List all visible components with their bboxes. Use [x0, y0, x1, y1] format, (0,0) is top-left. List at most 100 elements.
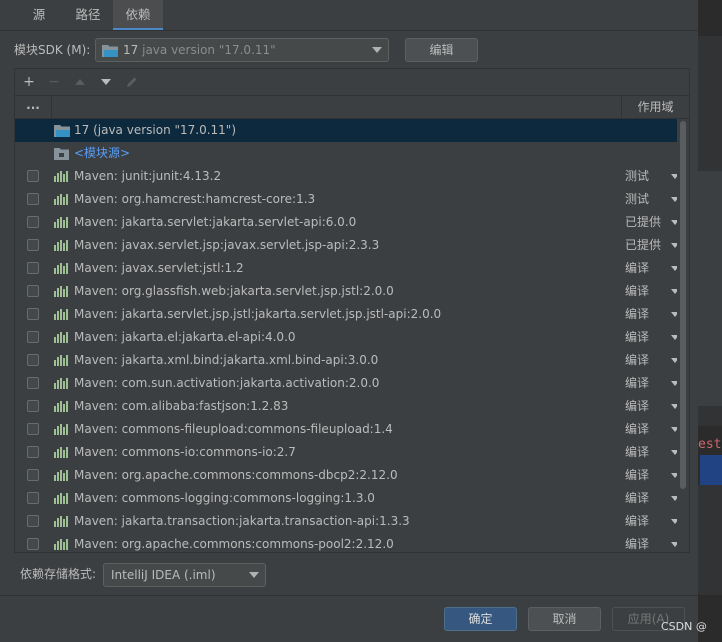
table-header: ... 作用域 — [15, 96, 689, 119]
dependency-row[interactable]: Maven: jakarta.servlet:jakarta.servlet-a… — [15, 211, 677, 234]
scope-dropdown[interactable]: 编译 — [625, 280, 677, 303]
export-checkbox[interactable] — [27, 354, 39, 366]
remove-icon[interactable]: − — [43, 69, 65, 95]
scope-dropdown[interactable]: 编译 — [625, 418, 677, 441]
export-checkbox[interactable] — [27, 446, 39, 458]
scope-dropdown[interactable]: 编译 — [625, 257, 677, 280]
dependency-name: Maven: jakarta.servlet:jakarta.servlet-a… — [74, 215, 357, 229]
scope-dropdown[interactable]: 已提供 — [625, 211, 677, 234]
scope-value: 编译 — [625, 491, 650, 505]
dependency-row[interactable]: Maven: org.glassfish.web:jakarta.servlet… — [15, 280, 677, 303]
library-icon — [54, 378, 68, 389]
scope-dropdown[interactable]: 编译 — [625, 464, 677, 487]
chevron-down-icon — [671, 542, 677, 547]
library-icon — [54, 516, 68, 527]
dependency-row[interactable]: Maven: javax.servlet:jstl:1.2 编译 — [15, 257, 677, 280]
dependency-name: Maven: org.glassfish.web:jakarta.servlet… — [74, 284, 394, 298]
export-checkbox[interactable] — [27, 515, 39, 527]
scope-value: 编译 — [625, 537, 650, 551]
vertical-scrollbar[interactable] — [679, 119, 687, 551]
export-checkbox[interactable] — [27, 193, 39, 205]
cancel-button[interactable]: 取消 — [528, 607, 601, 631]
chevron-down-icon — [249, 572, 259, 578]
dependency-row[interactable]: Maven: jakarta.servlet.jsp.jstl:jakarta.… — [15, 303, 677, 326]
scope-dropdown[interactable]: 编译 — [625, 349, 677, 372]
header-scope[interactable]: 作用域 — [622, 96, 689, 118]
dependency-row[interactable]: Maven: org.apache.commons:commons-dbcp2:… — [15, 464, 677, 487]
dependency-row[interactable]: Maven: org.hamcrest:hamcrest-core:1.3 测试 — [15, 188, 677, 211]
dependency-row[interactable]: Maven: commons-io:commons-io:2.7 编译 — [15, 441, 677, 464]
scope-dropdown[interactable]: 编译 — [625, 372, 677, 395]
dependency-name: Maven: commons-logging:commons-logging:1… — [74, 491, 375, 505]
scope-dropdown[interactable]: 测试 — [625, 165, 677, 188]
export-checkbox[interactable] — [27, 377, 39, 389]
dependency-row[interactable]: Maven: jakarta.transaction:jakarta.trans… — [15, 510, 677, 533]
export-checkbox[interactable] — [27, 469, 39, 481]
export-checkbox[interactable] — [27, 331, 39, 343]
scope-value: 编译 — [625, 445, 650, 459]
export-checkbox[interactable] — [27, 423, 39, 435]
export-checkbox[interactable] — [27, 400, 39, 412]
export-checkbox[interactable] — [27, 308, 39, 320]
scope-dropdown[interactable]: 已提供 — [625, 234, 677, 257]
add-icon[interactable]: + — [18, 69, 40, 95]
scope-dropdown[interactable]: 编译 — [625, 303, 677, 326]
export-checkbox[interactable] — [27, 262, 39, 274]
export-checkbox[interactable] — [27, 285, 39, 297]
dependency-name: Maven: com.sun.activation:jakarta.activa… — [74, 376, 380, 390]
dependency-name: Maven: jakarta.transaction:jakarta.trans… — [74, 514, 410, 528]
storage-format-label: 依赖存储格式: — [20, 567, 97, 581]
dependency-row[interactable]: Maven: commons-logging:commons-logging:1… — [15, 487, 677, 510]
scope-dropdown[interactable]: 编译 — [625, 441, 677, 464]
tab-sources[interactable]: 源 — [22, 0, 56, 30]
tab-paths[interactable]: 路径 — [63, 0, 113, 30]
scope-value: 已提供 — [625, 215, 662, 229]
dependency-name: Maven: org.apache.commons:commons-dbcp2:… — [74, 468, 398, 482]
dependency-row[interactable]: Maven: org.apache.commons:commons-pool2:… — [15, 533, 677, 551]
module-sdk-dropdown[interactable]: 17 java version "17.0.11" — [95, 38, 389, 62]
chevron-down-icon — [671, 289, 677, 294]
scope-value: 编译 — [625, 307, 650, 321]
scope-dropdown[interactable]: 测试 — [625, 188, 677, 211]
scope-dropdown[interactable]: 编译 — [625, 533, 677, 551]
scope-dropdown[interactable]: 编译 — [625, 395, 677, 418]
chevron-down-icon — [671, 243, 677, 248]
library-icon — [54, 171, 68, 182]
sdk-row-label: 17 (java version "17.0.11") — [74, 123, 237, 137]
scope-dropdown[interactable]: 编译 — [625, 487, 677, 510]
export-checkbox[interactable] — [27, 239, 39, 251]
pencil-icon[interactable] — [121, 69, 143, 95]
edit-sdk-button[interactable]: 编辑 — [405, 38, 478, 62]
chevron-down-icon — [671, 197, 677, 202]
dependency-name: Maven: org.hamcrest:hamcrest-core:1.3 — [74, 192, 316, 206]
ok-button[interactable]: 确定 — [444, 607, 517, 631]
tab-dependencies[interactable]: 依赖 — [113, 0, 163, 30]
dependency-row[interactable]: Maven: junit:junit:4.13.2 测试 — [15, 165, 677, 188]
dependency-row[interactable]: Maven: jakarta.el:jakarta.el-api:4.0.0 编译 — [15, 326, 677, 349]
dependency-row[interactable]: Maven: commons-fileupload:commons-fileup… — [15, 418, 677, 441]
dependency-row[interactable]: Maven: com.alibaba:fastjson:1.2.83 编译 — [15, 395, 677, 418]
scope-dropdown[interactable]: 编译 — [625, 326, 677, 349]
module-source-row[interactable]: <模块源> — [15, 142, 677, 165]
dependency-row[interactable]: Maven: com.sun.activation:jakarta.activa… — [15, 372, 677, 395]
scrollbar-thumb[interactable] — [680, 121, 686, 489]
dependency-name: Maven: com.alibaba:fastjson:1.2.83 — [74, 399, 289, 413]
scope-dropdown[interactable]: 编译 — [625, 510, 677, 533]
library-icon — [54, 332, 68, 343]
export-checkbox[interactable] — [27, 492, 39, 504]
dependency-name: Maven: jakarta.servlet.jsp.jstl:jakarta.… — [74, 307, 442, 321]
sdk-row[interactable]: 17 (java version "17.0.11") — [15, 119, 677, 142]
library-icon — [54, 194, 68, 205]
dependency-row[interactable]: Maven: javax.servlet.jsp:javax.servlet.j… — [15, 234, 677, 257]
move-down-icon[interactable] — [95, 69, 117, 95]
export-checkbox[interactable] — [27, 170, 39, 182]
export-checkbox[interactable] — [27, 538, 39, 550]
move-up-icon[interactable] — [69, 69, 91, 95]
storage-format-dropdown[interactable]: IntelliJ IDEA (.iml) — [103, 563, 266, 587]
export-checkbox[interactable] — [27, 216, 39, 228]
scope-value: 编译 — [625, 376, 650, 390]
library-icon — [54, 309, 68, 320]
chevron-down-icon — [671, 174, 677, 179]
header-export-column[interactable]: ... — [15, 96, 52, 118]
dependency-row[interactable]: Maven: jakarta.xml.bind:jakarta.xml.bind… — [15, 349, 677, 372]
